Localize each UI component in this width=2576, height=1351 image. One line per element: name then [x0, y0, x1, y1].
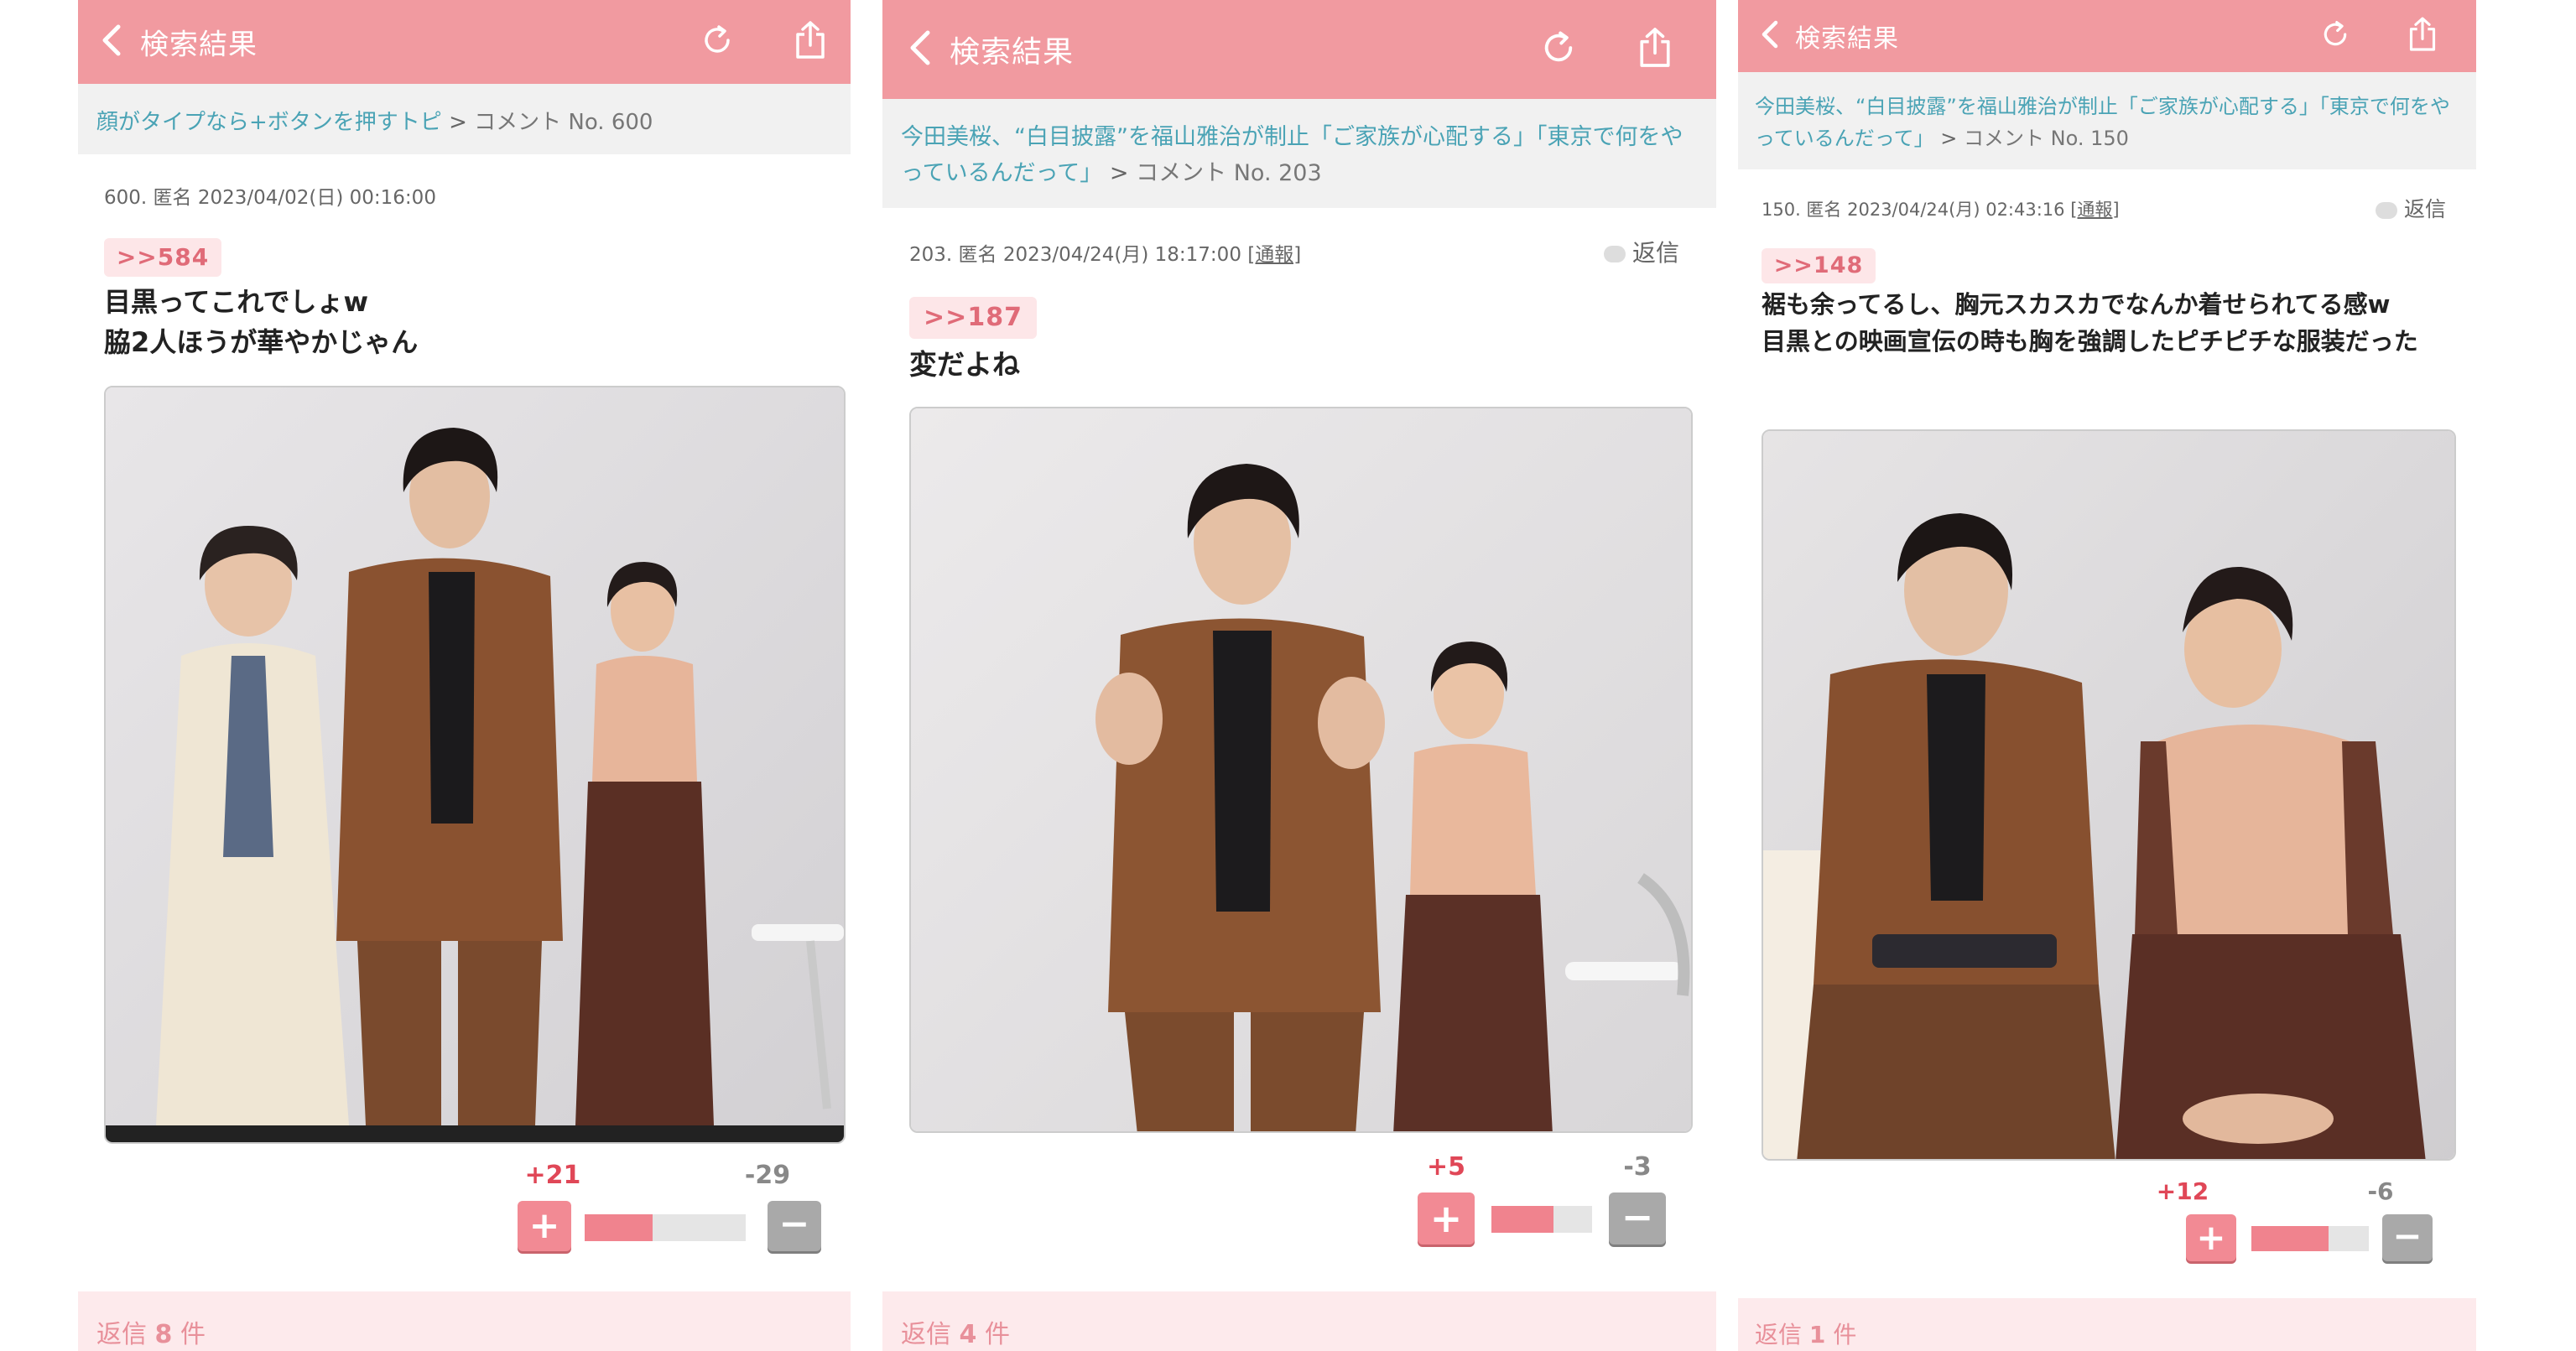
reply-button-label: 返信	[2404, 197, 2447, 221]
comment-body: 裾も余ってるし、胸元スカスカでなんか着せられてる感w 目黒との映画宣伝の時も胸を…	[1762, 287, 2449, 360]
report-link[interactable]: [通報]	[2070, 200, 2119, 220]
reply-anchor-link[interactable]: >>584	[104, 238, 221, 277]
vote-ratio-fill	[2251, 1226, 2329, 1251]
breadcrumb-separator: >	[449, 110, 467, 135]
back-button[interactable]	[908, 29, 933, 70]
plus-vote-count: +12	[2156, 1177, 2209, 1205]
replies-unit: 件	[1833, 1321, 1857, 1348]
plus-vote-button[interactable]: +	[1418, 1193, 1475, 1244]
header-title[interactable]: 検索結果	[950, 28, 1074, 71]
comment-photo[interactable]	[1762, 429, 2456, 1161]
comment-line-1: 変だよね	[909, 348, 1020, 381]
comment-panel-2: 検索結果 今田美桜、“白目披露”を福山雅治が制止「ご家族が心配する」「東京で何を…	[882, 0, 1716, 1351]
back-button[interactable]	[1760, 19, 1780, 53]
breadcrumb-comment-number: コメント No. 600	[474, 110, 653, 135]
header-title[interactable]: 検索結果	[140, 22, 258, 63]
comment-panel-1: 検索結果 顔がタイプなら+ボタンを押すトピ > コメント No. 600 600…	[78, 0, 851, 1351]
comment-meta: 600. 匿名 2023/04/02(日) 00:16:00	[104, 181, 436, 210]
minus-vote-button[interactable]: −	[1609, 1193, 1666, 1244]
share-icon[interactable]	[1637, 26, 1673, 73]
comment-panel-3: 検索結果 今田美桜、“白目披露”を福山雅治が制止「ご家族が心配する」「東京で何を…	[1738, 0, 2476, 1351]
replies-count: 4	[959, 1320, 977, 1349]
minus-vote-button[interactable]: −	[2382, 1214, 2433, 1261]
speech-bubble-icon	[1604, 246, 1626, 262]
breadcrumb-comment-number: コメント No. 203	[1136, 160, 1322, 187]
comment-line-2: 目黒との映画宣伝の時も胸を強調したピチピチな服装だった	[1762, 326, 2418, 356]
header-title[interactable]: 検索結果	[1795, 18, 1899, 55]
back-button[interactable]	[100, 23, 123, 60]
comment-body: 変だよね	[909, 344, 1020, 386]
replies-label: 返信	[96, 1320, 147, 1349]
breadcrumb: 今田美桜、“白目披露”を福山雅治が制止「ご家族が心配する」「東京で何をやっている…	[882, 99, 1716, 208]
plus-vote-button[interactable]: +	[2186, 1214, 2236, 1261]
comment-meta-text: 203. 匿名 2023/04/24(月) 18:17:00	[909, 244, 1241, 266]
reply-anchor-link[interactable]: >>187	[909, 297, 1037, 339]
comment-meta: 203. 匿名 2023/04/24(月) 18:17:00 [通報]	[909, 238, 1301, 267]
reply-button[interactable]: 返信	[1604, 235, 1679, 268]
reply-anchor-link[interactable]: >>148	[1762, 248, 1876, 283]
share-icon[interactable]	[2407, 16, 2438, 56]
refresh-icon[interactable]	[1540, 29, 1577, 70]
vote-ratio-fill	[1491, 1206, 1554, 1233]
breadcrumb-comment-number: コメント No. 150	[1964, 127, 2129, 151]
app-header: 検索結果	[882, 0, 1716, 99]
speech-bubble-icon	[2376, 202, 2397, 219]
minus-vote-count: -29	[744, 1161, 791, 1190]
vote-ratio-bar	[585, 1214, 746, 1241]
minus-vote-count: -3	[1623, 1152, 1652, 1182]
comment-photo[interactable]	[909, 407, 1693, 1133]
refresh-icon[interactable]	[700, 23, 734, 60]
comment-body: 目黒ってこれでしょw 脇2人ほうが華やかじゃん	[104, 282, 418, 362]
plus-vote-button[interactable]: +	[518, 1201, 571, 1251]
replies-unit: 件	[984, 1320, 1010, 1349]
comment-line-1: 裾も余ってるし、胸元スカスカでなんか着せられてる感w	[1762, 290, 2391, 319]
comment-line-1: 目黒ってこれでしょw	[104, 286, 369, 318]
chevron-left-icon	[1762, 20, 1778, 49]
replies-bar[interactable]: 返信 4 件	[882, 1291, 1716, 1351]
breadcrumb: 今田美桜、“白目披露”を福山雅治が制止「ご家族が心配する」「東京で何をやっている…	[1738, 72, 2476, 169]
comment-meta: 150. 匿名 2023/04/24(月) 02:43:16 [通報]	[1762, 196, 2120, 221]
replies-bar[interactable]: 返信 8 件	[78, 1291, 851, 1351]
refresh-icon[interactable]	[2320, 19, 2350, 53]
replies-count: 1	[1808, 1321, 1826, 1348]
vote-ratio-fill	[585, 1214, 653, 1241]
plus-vote-count: +5	[1426, 1152, 1465, 1182]
vote-ratio-bar	[2251, 1226, 2369, 1251]
replies-label: 返信	[901, 1320, 951, 1349]
vote-ratio-bar	[1491, 1206, 1592, 1233]
reply-button[interactable]: 返信	[2376, 193, 2446, 223]
breadcrumb-separator: >	[1109, 160, 1129, 187]
chevron-left-icon	[910, 30, 930, 65]
replies-label: 返信	[1755, 1321, 1803, 1348]
plus-vote-count: +21	[524, 1161, 581, 1190]
replies-unit: 件	[180, 1320, 206, 1349]
replies-count: 8	[154, 1320, 173, 1349]
app-header: 検索結果	[1738, 0, 2476, 72]
comment-photo[interactable]	[104, 386, 846, 1144]
replies-bar[interactable]: 返信 1 件	[1738, 1298, 2476, 1351]
app-header: 検索結果	[78, 0, 851, 84]
breadcrumb-topic-link[interactable]: 顔がタイプなら+ボタンを押すトピ	[96, 110, 442, 135]
report-link[interactable]: [通報]	[1247, 244, 1301, 266]
share-icon[interactable]	[794, 20, 827, 64]
comment-line-2: 脇2人ほうが華やかじゃん	[104, 326, 419, 358]
chevron-left-icon	[102, 24, 121, 56]
minus-vote-button[interactable]: −	[768, 1201, 821, 1251]
minus-vote-count: -6	[2367, 1177, 2394, 1205]
breadcrumb: 顔がタイプなら+ボタンを押すトピ > コメント No. 600	[78, 84, 851, 154]
comment-meta-text: 150. 匿名 2023/04/24(月) 02:43:16	[1762, 200, 2065, 220]
reply-button-label: 返信	[1632, 239, 1680, 267]
comment-meta-text: 600. 匿名 2023/04/02(日) 00:16:00	[104, 187, 436, 209]
breadcrumb-separator: >	[1940, 127, 1958, 151]
